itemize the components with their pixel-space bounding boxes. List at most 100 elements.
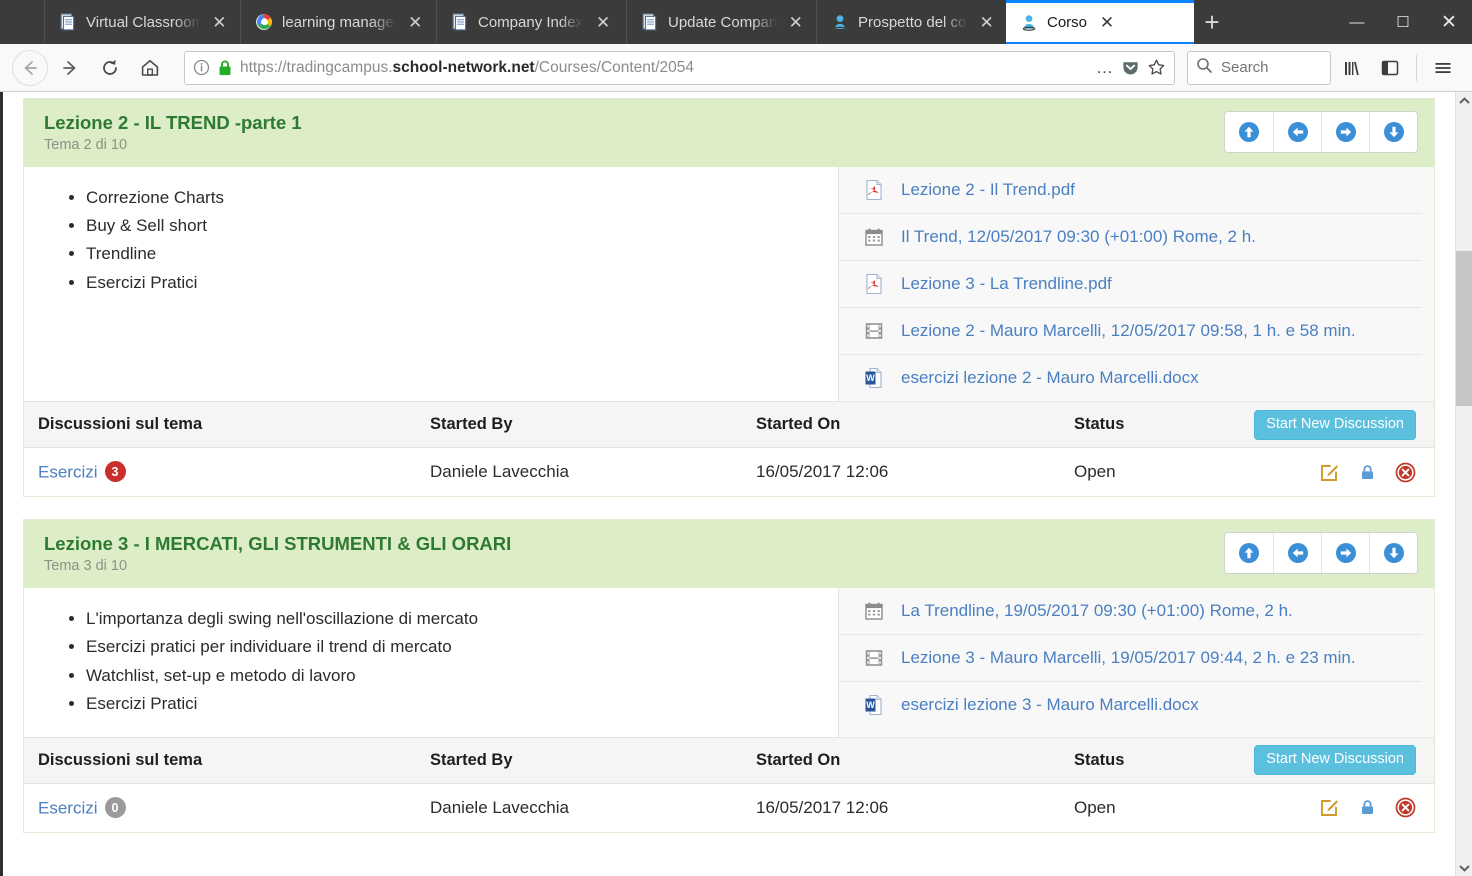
discussion-title-link[interactable]: Esercizi [38, 463, 98, 482]
maximize-button[interactable]: ☐ [1380, 0, 1426, 44]
document-icon [452, 13, 467, 31]
move-up-button[interactable] [1225, 112, 1273, 152]
tab-company-index[interactable]: Company Index ✕ [436, 0, 626, 44]
minimize-button[interactable]: — [1334, 0, 1380, 44]
start-new-discussion-button[interactable]: Start New Discussion [1254, 745, 1416, 776]
url-prefix: https://tradingcampus. [240, 58, 393, 76]
url-domain: school-network.net [392, 58, 535, 76]
lesson-header: Lezione 3 - I MERCATI, GLI STRUMENTI & G… [24, 520, 1434, 589]
reload-icon[interactable] [92, 50, 128, 86]
lesson-panel: Lezione 3 - I MERCATI, GLI STRUMENTI & G… [23, 519, 1435, 833]
discussion-title-link[interactable]: Esercizi [38, 799, 98, 818]
column-header-started-by: Started By [430, 750, 513, 769]
back-arrow-icon[interactable] [12, 49, 48, 86]
resource-row[interactable]: Lezione 3 - Mauro Marcelli, 19/05/2017 0… [839, 635, 1422, 683]
column-header-started-on: Started On [756, 750, 841, 769]
padlock-icon[interactable] [1356, 461, 1378, 483]
document-icon [642, 13, 657, 31]
lesson-header: Lezione 2 - IL TREND -parte 1 Tema 2 di … [24, 99, 1434, 168]
lesson-body: L'importanza degli swing nell'oscillazio… [24, 588, 1434, 737]
tab-learning-manager[interactable]: learning manager ✕ [240, 0, 436, 44]
tab-close-icon[interactable]: ✕ [1096, 14, 1118, 31]
pocket-icon[interactable] [1121, 58, 1140, 77]
list-item: L'importanza degli swing nell'oscillazio… [86, 606, 828, 631]
new-tab-button[interactable]: + [1194, 0, 1230, 44]
search-icon [1196, 57, 1213, 78]
list-item: Trendline [86, 241, 828, 266]
move-right-button[interactable] [1321, 533, 1369, 574]
scroll-up-arrow-icon[interactable] [1456, 92, 1472, 109]
delete-circle-icon[interactable] [1394, 461, 1416, 483]
page-actions-icon[interactable]: … [1096, 58, 1114, 78]
resource-link[interactable]: Lezione 3 - Mauro Marcelli, 19/05/2017 0… [901, 648, 1356, 668]
resource-link[interactable]: Lezione 3 - La Trendline.pdf [901, 274, 1112, 294]
home-icon[interactable] [132, 50, 168, 86]
tab-close-icon[interactable]: ✕ [786, 14, 806, 31]
calendar-icon [863, 600, 885, 622]
list-item: Watchlist, set-up e metodo di lavoro [86, 663, 828, 688]
list-item: Esercizi Pratici [86, 691, 828, 716]
forward-arrow-icon[interactable] [52, 50, 88, 86]
tab-strip: Virtual Classroom ✕ learning manager ✕ C… [0, 0, 1472, 44]
resource-link[interactable]: esercizi lezione 2 - Mauro Marcelli.docx [901, 368, 1199, 388]
svg-text:W: W [866, 373, 875, 383]
search-input[interactable]: Search [1187, 50, 1331, 85]
resource-row[interactable]: Lezione 3 - La Trendline.pdf [839, 261, 1422, 309]
tab-close-icon[interactable]: ✕ [592, 14, 614, 31]
scrollbar-track[interactable] [1455, 109, 1472, 859]
scroll-down-arrow-icon[interactable] [1456, 859, 1472, 876]
library-icon[interactable] [1335, 50, 1369, 86]
page-scrollbar[interactable] [1455, 92, 1472, 876]
resource-link[interactable]: Lezione 2 - Mauro Marcelli, 12/05/2017 0… [901, 321, 1356, 341]
start-new-discussion-button[interactable]: Start New Discussion [1254, 409, 1416, 440]
resource-link[interactable]: esercizi lezione 3 - Mauro Marcelli.docx [901, 695, 1199, 715]
start-new-discussion-wrap: Start New Discussion [1254, 409, 1416, 440]
resource-link[interactable]: Lezione 2 - Il Trend.pdf [901, 180, 1075, 200]
list-item: Esercizi pratici per individuare il tren… [86, 634, 828, 659]
tab-close-icon[interactable]: ✕ [405, 14, 426, 31]
star-icon[interactable] [1147, 58, 1166, 77]
edit-square-icon[interactable] [1318, 461, 1340, 483]
tab-corso[interactable]: Corso ✕ [1006, 0, 1194, 44]
discussion-started-on: 16/05/2017 12:06 [756, 797, 889, 817]
resource-link[interactable]: Il Trend, 12/05/2017 09:30 (+01:00) Rome… [901, 227, 1256, 247]
move-right-button[interactable] [1321, 112, 1369, 152]
column-header-started-on: Started On [756, 415, 841, 434]
tab-virtual-classroom[interactable]: Virtual Classroom ✕ [44, 0, 240, 44]
calendar-icon [863, 226, 885, 248]
move-left-button[interactable] [1273, 112, 1321, 152]
close-window-button[interactable]: ✕ [1426, 0, 1472, 44]
discussion-actions [1312, 461, 1416, 483]
tab-label: Prospetto del corso [858, 13, 968, 31]
tab-close-icon[interactable]: ✕ [977, 14, 996, 31]
lesson-resources: Lezione 2 - Il Trend.pdf Il Trend, 12/05… [838, 167, 1434, 402]
lesson-title: Lezione 2 - IL TREND -parte 1 [44, 112, 302, 133]
discussion-status: Open [1074, 797, 1116, 817]
move-up-button[interactable] [1225, 533, 1273, 574]
hamburger-menu-icon[interactable] [1426, 50, 1460, 86]
tab-prospetto-del-corso[interactable]: Prospetto del corso ✕ [816, 0, 1006, 44]
delete-circle-icon[interactable] [1394, 797, 1416, 819]
person-icon [833, 15, 847, 31]
move-down-button[interactable] [1369, 112, 1417, 152]
tab-label: Corso [1047, 13, 1088, 31]
resource-link[interactable]: La Trendline, 19/05/2017 09:30 (+01:00) … [901, 601, 1293, 621]
tab-update-company[interactable]: Update Company ✕ [626, 0, 816, 44]
edit-square-icon[interactable] [1318, 797, 1340, 819]
move-left-button[interactable] [1273, 533, 1321, 574]
resource-row[interactable]: Lezione 2 - Il Trend.pdf [839, 167, 1422, 215]
resource-row[interactable]: W esercizi lezione 3 - Mauro Marcelli.do… [839, 682, 1422, 728]
resource-row[interactable]: La Trendline, 19/05/2017 09:30 (+01:00) … [839, 588, 1422, 636]
resource-row[interactable]: Il Trend, 12/05/2017 09:30 (+01:00) Rome… [839, 214, 1422, 262]
info-icon[interactable] [193, 59, 210, 76]
padlock-icon[interactable] [1356, 797, 1378, 819]
scrollbar-thumb[interactable] [1455, 251, 1472, 406]
tab-close-icon[interactable]: ✕ [209, 14, 230, 31]
address-bar[interactable]: https://tradingcampus.school-network.net… [184, 50, 1175, 85]
move-down-button[interactable] [1369, 533, 1417, 574]
list-item: Buy & Sell short [86, 213, 828, 238]
sidebar-icon[interactable] [1373, 50, 1407, 86]
resource-row[interactable]: Lezione 2 - Mauro Marcelli, 12/05/2017 0… [839, 308, 1422, 356]
column-header-topic: Discussioni sul tema [38, 750, 203, 769]
resource-row[interactable]: W esercizi lezione 2 - Mauro Marcelli.do… [839, 355, 1422, 401]
